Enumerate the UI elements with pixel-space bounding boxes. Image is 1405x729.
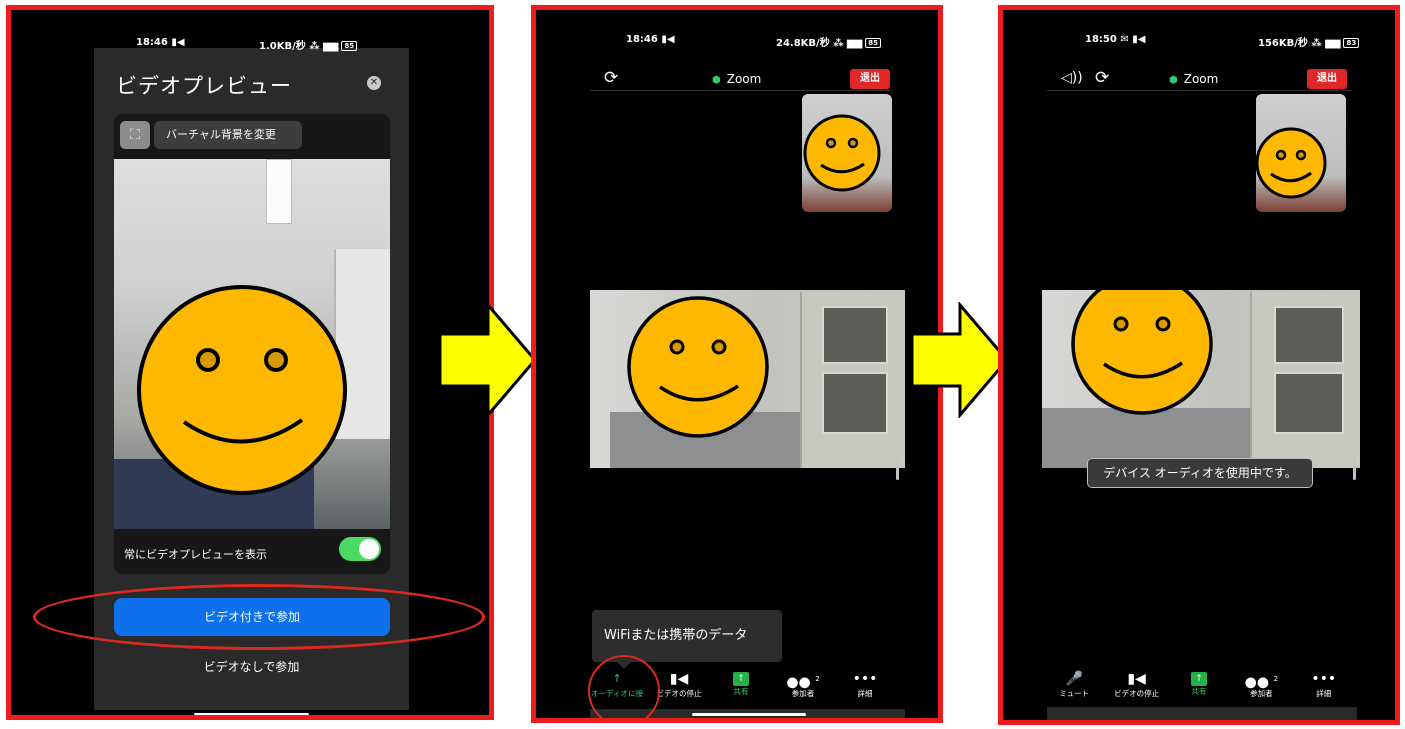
top-divider — [1047, 90, 1352, 91]
scroll-handle[interactable] — [896, 458, 899, 480]
status-bar-right: 156KB/秒 ⁂ ▆▆ 83 — [1258, 34, 1360, 49]
camera-status-icon: ▮◀ — [171, 37, 185, 48]
participants-button[interactable]: ●● 2 参加者 — [1230, 670, 1292, 699]
next-step-arrow-icon — [438, 302, 537, 418]
encryption-shield-icon: ⬢ — [712, 75, 721, 86]
more-icon: ••• — [1311, 671, 1337, 687]
camera-status-icon: ▮◀ — [661, 34, 675, 45]
share-button[interactable]: ↑ 共有 — [710, 670, 772, 699]
speaker-icon[interactable]: ◁)) — [1061, 70, 1083, 86]
signal-icon: ⁂ ▆▆ — [833, 38, 863, 49]
encryption-shield-icon: ⬢ — [1169, 75, 1178, 86]
virtual-background-button[interactable]: バーチャル背景を変更 — [154, 121, 302, 149]
smiley-face-icon — [803, 114, 881, 192]
ceiling-light — [266, 159, 292, 224]
virtual-background-icon[interactable]: ⛶ — [120, 121, 150, 149]
signal-icon: ⁂ ▆▆ — [309, 41, 339, 52]
more-button[interactable]: ••• 詳細 — [1293, 670, 1355, 699]
video-camera-icon: ▮◀ — [1127, 671, 1146, 687]
meeting-screenshot-after-audio: 18:50 ✉ ▮◀ 156KB/秒 ⁂ ▆▆ 83 ◁)) ⟳ ⬢ Zoom 退出… — [998, 5, 1400, 725]
home-indicator — [194, 713, 309, 715]
scroll-handle[interactable] — [1353, 458, 1356, 480]
participants-button[interactable]: ●● 2 参加者 — [772, 670, 834, 699]
status-bar-right: 24.8KB/秒 ⁂ ▆▆ 85 — [776, 34, 882, 49]
stop-video-button[interactable]: ▮◀ ビデオの停止 — [1106, 670, 1168, 699]
always-show-preview-toggle[interactable] — [339, 537, 381, 561]
status-time: 18:50 — [1085, 34, 1117, 45]
navigation-bar — [1047, 707, 1357, 720]
mute-button[interactable]: 🎤 ミュート — [1043, 670, 1105, 699]
meeting-screenshot-before-audio: 18:46 ▮◀ 24.8KB/秒 ⁂ ▆▆ 85 ⟳ ⬢ Zoom 退出 WiFi… — [531, 5, 943, 723]
leave-button[interactable]: 退出 — [1307, 69, 1347, 89]
status-bar: 18:50 ✉ ▮◀ — [1085, 34, 1145, 45]
self-video-thumbnail[interactable] — [802, 94, 892, 212]
participants-icon: ●● 2 — [786, 674, 820, 691]
leave-button[interactable]: 退出 — [850, 69, 890, 89]
main-participant-video — [590, 290, 905, 468]
video-preview-screenshot: 18:46 ▮◀ 1.0KB/秒 ⁂ ▆▆ 85 ビデオプレビュー ✕ ⛶ バーチ… — [6, 5, 494, 720]
microphone-icon: 🎤 — [1065, 671, 1083, 687]
self-video-thumbnail[interactable] — [1256, 94, 1346, 212]
toggle-knob — [359, 539, 379, 559]
network-speed: 1.0KB/秒 — [259, 41, 306, 52]
home-indicator — [692, 713, 806, 716]
join-without-video-button[interactable]: ビデオなしで参加 — [94, 658, 409, 675]
battery-icon: 85 — [865, 38, 882, 48]
participants-icon: ●● 2 — [1244, 674, 1279, 691]
share-button[interactable]: ↑ 共有 — [1168, 670, 1230, 699]
camera-status-icon: ✉ ▮◀ — [1120, 34, 1146, 45]
dialog-title: ビデオプレビュー — [116, 74, 292, 98]
main-participant-video — [1042, 290, 1360, 468]
battery-icon: 83 — [1343, 38, 1360, 48]
share-icon: ↑ — [1190, 672, 1207, 686]
status-bar-right: 1.0KB/秒 ⁂ ▆▆ 85 — [259, 37, 358, 52]
meeting-title: ⬢ Zoom — [712, 72, 762, 86]
smiley-face-icon — [1071, 290, 1213, 415]
network-speed: 24.8KB/秒 — [776, 38, 830, 49]
top-divider — [590, 90, 890, 91]
highlight-ellipse — [33, 584, 485, 650]
meeting-title: ⬢ Zoom — [1169, 72, 1219, 86]
switch-camera-icon[interactable]: ⟳ — [1095, 68, 1109, 88]
status-bar: 18:46 ▮◀ — [136, 37, 185, 48]
status-time: 18:46 — [626, 34, 658, 45]
next-step-arrow-icon — [910, 302, 1009, 418]
signal-icon: ⁂ ▆▆ — [1311, 38, 1341, 49]
meeting-toolbar: 🎤 ミュート ▮◀ ビデオの停止 ↑ 共有 ●● 2 参加者 ••• 詳細 — [1043, 670, 1355, 699]
network-speed: 156KB/秒 — [1258, 38, 1308, 49]
cabinet — [800, 292, 905, 468]
close-icon[interactable]: ✕ — [367, 76, 381, 90]
battery-icon: 85 — [341, 41, 358, 51]
smiley-face-icon — [627, 296, 769, 438]
status-time: 18:46 — [136, 37, 168, 48]
more-icon: ••• — [852, 671, 878, 687]
device-audio-toast: デバイス オーディオを使用中です。 — [1087, 458, 1313, 488]
cabinet — [1250, 292, 1360, 468]
preview-card: ⛶ バーチャル背景を変更 常にビデオプレビューを表示 — [114, 114, 390, 574]
smiley-face-icon — [1256, 127, 1327, 199]
switch-camera-icon[interactable]: ⟳ — [604, 68, 618, 88]
camera-preview — [114, 159, 390, 529]
highlight-circle — [588, 655, 660, 718]
share-icon: ↑ — [733, 672, 749, 686]
more-button[interactable]: ••• 詳細 — [834, 670, 896, 699]
status-bar: 18:46 ▮◀ — [626, 34, 675, 45]
smiley-face-icon — [137, 285, 347, 495]
always-show-preview-label: 常にビデオプレビューを表示 — [124, 548, 267, 561]
